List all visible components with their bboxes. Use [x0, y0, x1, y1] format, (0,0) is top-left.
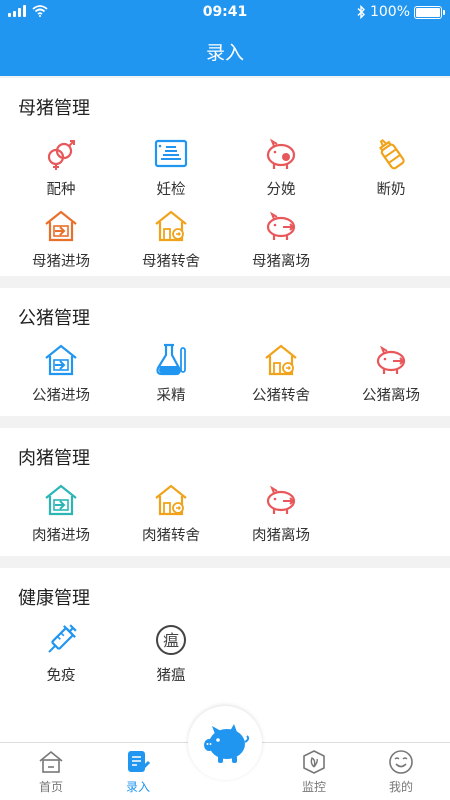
item-sow-transfer[interactable]: 母猪转舍: [121, 206, 221, 271]
flask-icon: [156, 343, 186, 376]
barn-enter-icon: [45, 484, 77, 516]
item-hog-entry[interactable]: 肉猪进场: [11, 480, 111, 545]
tab-label: 我的: [388, 780, 413, 794]
item-weaning[interactable]: 断奶: [341, 134, 441, 199]
monitor-icon: [303, 750, 325, 774]
item-hog-exit[interactable]: 肉猪离场: [231, 480, 331, 545]
item-label: 分娩: [266, 182, 296, 198]
edit-icon: [128, 751, 151, 773]
section-title: 母猪管理: [18, 98, 90, 119]
bluetooth-icon: [357, 5, 365, 19]
item-semen-collection[interactable]: 采精: [121, 340, 221, 405]
tab-label: 首页: [38, 780, 63, 794]
item-label: 肉猪进场: [32, 528, 90, 544]
item-label: 母猪转舍: [142, 254, 200, 270]
pig-exit-icon: [266, 211, 296, 240]
tab-profile[interactable]: 我的: [361, 749, 441, 795]
item-label: 母猪离场: [252, 254, 310, 270]
item-hog-transfer[interactable]: 肉猪转舍: [121, 480, 221, 545]
section-boar-management: 公猪管理 公猪进场 采精 公猪转舍 公猪离场: [0, 288, 450, 416]
bottle-icon: [379, 139, 405, 170]
pig-logo-icon: [204, 724, 250, 763]
battery-icon: [414, 5, 445, 19]
tab-label: 监控: [301, 780, 326, 794]
item-boar-transfer[interactable]: 公猪转舍: [231, 340, 331, 405]
barn-transfer-icon: [155, 484, 187, 516]
page-title: 录入: [205, 42, 244, 64]
section-title: 公猪管理: [18, 308, 90, 329]
item-boar-exit[interactable]: 公猪离场: [341, 340, 441, 405]
battery-percent: 100%: [369, 4, 410, 20]
gender-rings-icon: [47, 140, 75, 170]
tab-label: 录入: [125, 780, 150, 794]
item-sow-exit[interactable]: 母猪离场: [231, 206, 331, 271]
home-icon: [39, 750, 63, 773]
item-farrowing[interactable]: 分娩: [231, 134, 331, 199]
section-hog-management: 肉猪管理 肉猪进场 肉猪转舍 肉猪离场: [0, 428, 450, 556]
item-label: 妊检: [156, 182, 186, 198]
pig-exit-icon: [266, 485, 296, 514]
plague-glyph: 瘟: [163, 631, 179, 650]
piglet-icon: [266, 138, 296, 169]
item-immunization[interactable]: 免疫: [11, 620, 111, 685]
item-sow-entry[interactable]: 母猪进场: [11, 206, 111, 271]
ultrasound-icon: [154, 139, 188, 168]
section-title: 健康管理: [18, 588, 90, 609]
syringe-icon: [48, 624, 77, 653]
item-label: 公猪离场: [362, 388, 420, 404]
item-boar-entry[interactable]: 公猪进场: [11, 340, 111, 405]
item-label: 肉猪转舍: [142, 528, 200, 544]
item-label: 母猪进场: [32, 254, 90, 270]
item-swine-fever[interactable]: 瘟 猪瘟: [121, 620, 221, 685]
nav-bar: 录入: [0, 26, 450, 76]
plague-icon: 瘟: [156, 625, 186, 655]
item-label: 免疫: [46, 668, 76, 684]
item-label: 公猪进场: [32, 388, 90, 404]
item-label: 肉猪离场: [252, 528, 310, 544]
section-sow-management: 母猪管理 配种 妊检 分娩 断奶 母猪进场 母猪转舍 母猪离场: [0, 78, 450, 276]
barn-enter-icon: [45, 344, 77, 376]
item-pregnancy-check[interactable]: 妊检: [121, 134, 221, 199]
tab-monitor[interactable]: 监控: [274, 749, 354, 795]
smiley-icon: [389, 750, 413, 774]
status-bar: 09:41 100%: [0, 0, 450, 26]
section-title: 肉猪管理: [18, 448, 90, 469]
tab-entry[interactable]: 录入: [98, 749, 178, 795]
item-label: 断奶: [376, 182, 406, 198]
item-label: 采精: [156, 388, 186, 404]
barn-transfer-icon: [265, 344, 297, 376]
barn-enter-icon: [45, 210, 77, 242]
pig-exit-icon: [376, 345, 406, 374]
item-breeding[interactable]: 配种: [11, 134, 111, 199]
barn-transfer-icon: [155, 210, 187, 242]
item-label: 公猪转舍: [252, 388, 310, 404]
center-pig-button[interactable]: [188, 706, 262, 780]
item-label: 配种: [46, 182, 76, 198]
tab-home[interactable]: 首页: [11, 749, 91, 795]
item-label: 猪瘟: [156, 668, 186, 684]
